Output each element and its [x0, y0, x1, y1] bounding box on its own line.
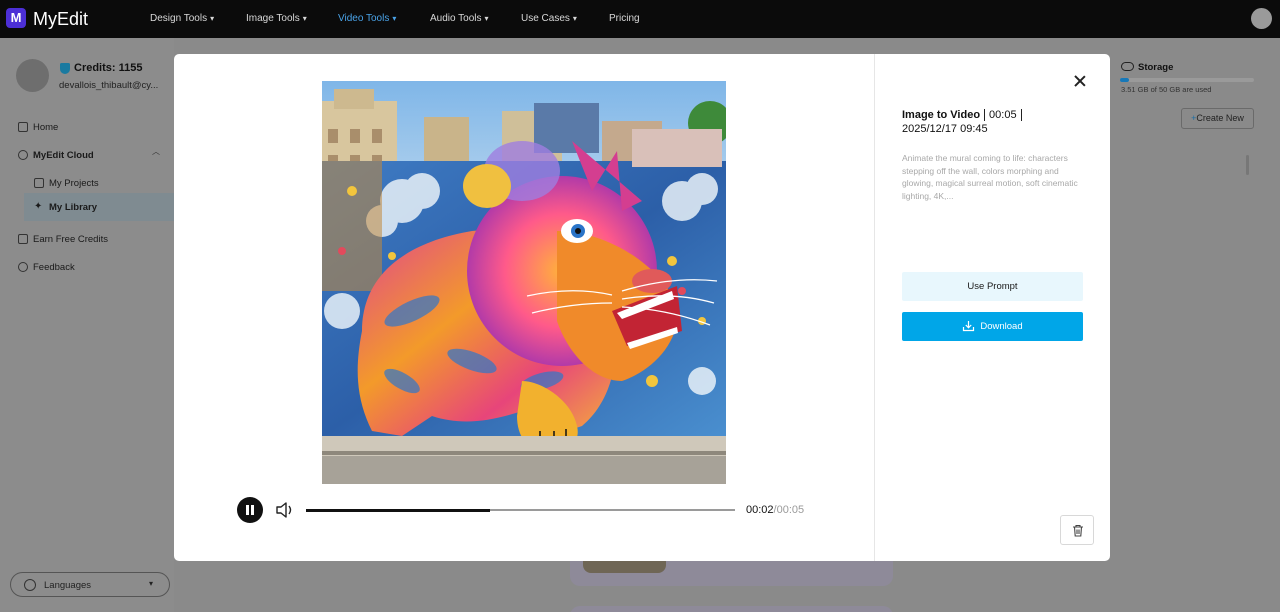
storage-progress-fill — [1120, 78, 1130, 82]
language-selector[interactable]: Languages ▾ — [10, 572, 170, 597]
chevron-down-icon: ▾ — [210, 14, 215, 23]
storage-title: Storage — [1138, 62, 1174, 73]
chevron-down-icon: ▾ — [149, 579, 154, 588]
pause-button[interactable] — [237, 497, 263, 523]
library-sparkle-icon: ✦ — [34, 201, 43, 212]
close-icon[interactable] — [1072, 73, 1088, 89]
cloud-icon — [1121, 62, 1134, 71]
chevron-down-icon: ▾ — [572, 14, 577, 23]
delete-button[interactable] — [1060, 515, 1094, 545]
top-navigation-bar: M MyEdit Design Tools ▾ Image Tools ▾ Vide… — [0, 0, 1280, 38]
download-button[interactable]: Download — [902, 312, 1083, 341]
library-card[interactable] — [570, 606, 893, 612]
sidebar-item-myedit-cloud[interactable]: MyEdit Cloud — [0, 143, 174, 169]
scrollbar[interactable] — [1246, 155, 1249, 175]
download-icon — [963, 321, 975, 332]
nav-pricing[interactable]: Pricing — [609, 13, 640, 24]
current-time: 00:02 — [746, 504, 774, 516]
brand-name[interactable]: MyEdit — [33, 9, 88, 30]
prompt-text: Animate the mural coming to life: charac… — [902, 153, 1078, 201]
sidebar-item-home[interactable]: Home — [0, 115, 174, 141]
myedit-logo-icon[interactable]: M — [6, 8, 26, 28]
sidebar-item-my-library[interactable]: ✦ My Library — [24, 193, 174, 221]
time-display: 00:02/00:05 — [746, 504, 804, 516]
sidebar: Credits: 1155 devallois_thibault@cy... H… — [0, 38, 174, 612]
storage-usage-text: 3.51 GB of 50 GB are used — [1121, 85, 1212, 94]
library-card-thumbnail — [583, 560, 666, 573]
mural-lion-video-frame — [322, 81, 726, 484]
video-duration: 00:05 — [989, 109, 1017, 121]
create-new-button[interactable]: +Create New — [1181, 108, 1254, 129]
user-avatar[interactable] — [1251, 8, 1272, 29]
chevron-down-icon: ▾ — [302, 14, 307, 23]
modal-divider — [874, 54, 875, 561]
trash-icon — [1073, 524, 1083, 537]
cloud-icon — [18, 150, 28, 160]
projects-icon — [34, 178, 44, 188]
avatar[interactable] — [16, 59, 49, 92]
video-progress-fill — [306, 508, 491, 512]
nav-audio-tools[interactable]: Audio Tools ▾ — [430, 13, 489, 24]
globe-icon — [24, 579, 36, 591]
nav-image-tools[interactable]: Image Tools ▾ — [246, 13, 307, 24]
video-preview-modal: 00:02/00:05 Image to Video 00:05 2025/12/… — [174, 54, 1110, 561]
nav-video-tools[interactable]: Video Tools ▾ — [338, 13, 396, 24]
gift-icon — [18, 234, 28, 244]
total-time: /00:05 — [773, 504, 805, 516]
nav-design-tools[interactable]: Design Tools ▾ — [150, 13, 214, 24]
chevron-up-icon[interactable]: ︿ — [152, 146, 160, 157]
generation-type: Image to Video — [902, 109, 981, 121]
video-preview[interactable] — [322, 81, 726, 484]
storage-progress-bar — [1120, 78, 1254, 82]
sidebar-item-earn-free-credits[interactable]: Earn Free Credits — [0, 227, 174, 253]
credits-count: Credits: 1155 — [74, 62, 143, 74]
home-icon — [18, 122, 28, 132]
sidebar-item-feedback[interactable]: Feedback — [0, 255, 174, 281]
user-email: devallois_thibault@cy... — [59, 80, 159, 91]
video-info-header: Image to Video 00:05 2025/12/17 09:45 — [902, 108, 1092, 136]
feedback-icon — [18, 262, 28, 272]
created-date: 2025/12/17 09:45 — [902, 123, 988, 135]
chevron-down-icon: ▾ — [392, 14, 397, 23]
chevron-down-icon: ▾ — [484, 14, 489, 23]
volume-icon[interactable] — [275, 501, 295, 519]
video-progress-bar[interactable] — [306, 508, 735, 512]
separator — [1020, 109, 1022, 122]
credits-shield-icon — [60, 63, 70, 74]
nav-use-cases[interactable]: Use Cases ▾ — [521, 13, 577, 24]
separator — [984, 109, 986, 122]
use-prompt-button[interactable]: Use Prompt — [902, 272, 1083, 301]
